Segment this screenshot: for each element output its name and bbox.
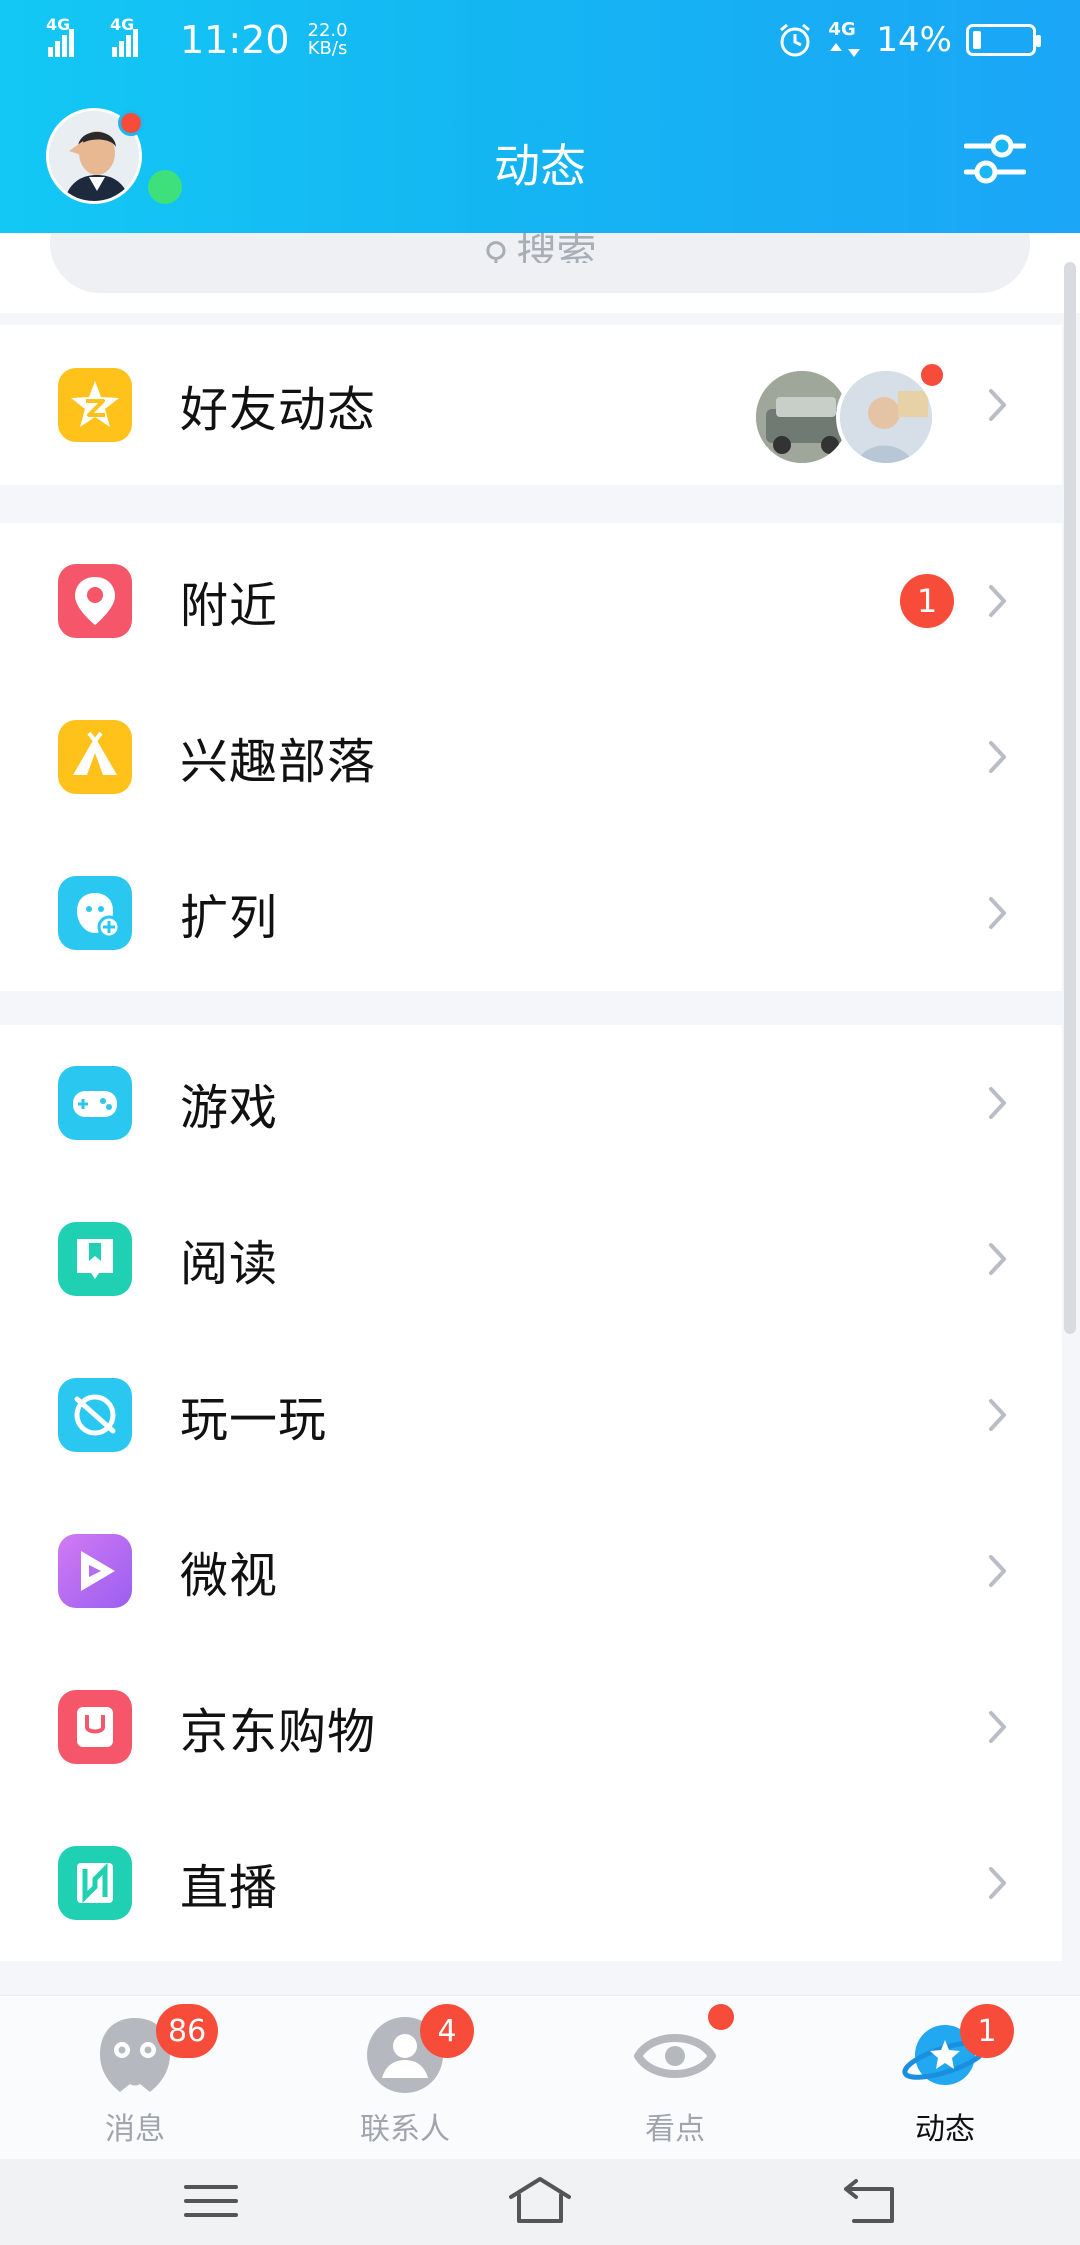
row-reading[interactable]: 阅读 xyxy=(0,1181,1062,1337)
friend-feed-thumbnails xyxy=(752,361,946,471)
chevron-right-icon xyxy=(989,741,1006,773)
contacts-badge: 4 xyxy=(420,2004,474,2058)
row-label: 阅读 xyxy=(180,1236,279,1292)
feeds-badge: 1 xyxy=(960,2004,1014,2058)
tent-icon xyxy=(58,720,132,794)
row-label: 扩列 xyxy=(180,890,279,946)
signal-icon: 4G xyxy=(110,15,164,57)
network-type: 4G xyxy=(828,19,856,40)
nearby-badge: 1 xyxy=(900,574,954,628)
row-weishi[interactable]: 微视 xyxy=(0,1493,1062,1649)
tab-label: 看点 xyxy=(645,2112,705,2147)
row-friend-feed[interactable]: 好友动态 xyxy=(0,325,1062,485)
gamepad-icon xyxy=(58,1066,132,1140)
menu-icon[interactable] xyxy=(176,2171,246,2231)
settings-sliders-icon[interactable] xyxy=(964,128,1026,188)
home-icon[interactable] xyxy=(505,2171,575,2231)
search-icon: ⚲ xyxy=(483,235,509,263)
page-title: 动态 xyxy=(494,139,586,193)
location-pin-icon xyxy=(58,564,132,638)
chevron-right-icon xyxy=(989,1399,1006,1431)
list-group-3: 游戏 阅读 玩一玩 微视 京东购物 直播 xyxy=(0,1025,1062,1961)
shopping-bag-icon xyxy=(58,1690,132,1764)
row-label: 兴趣部落 xyxy=(180,734,377,790)
live-icon xyxy=(58,1846,132,1920)
search-area: ⚲ 搜索 xyxy=(0,193,1080,313)
row-label: 好友动态 xyxy=(180,382,377,438)
chevron-right-icon xyxy=(989,1711,1006,1743)
battery-icon xyxy=(966,24,1041,56)
tab-messages[interactable]: 86 消息 xyxy=(0,1996,270,2160)
battery-percent: 14% xyxy=(876,20,952,60)
list-group-2: 附近 1 兴趣部落 扩列 xyxy=(0,523,1062,991)
status-bar: 4G 4G 11:20 22.0 KB/s 4G 14% xyxy=(0,0,1080,90)
planet-play-icon xyxy=(58,1378,132,1452)
row-label: 直播 xyxy=(180,1860,279,1916)
signal1-label: 4G xyxy=(46,15,71,34)
row-games[interactable]: 游戏 xyxy=(0,1025,1062,1181)
tab-kandian[interactable]: 看点 xyxy=(540,1996,810,2160)
tab-label: 消息 xyxy=(105,2112,165,2147)
messages-badge: 86 xyxy=(156,2004,219,2058)
row-live[interactable]: 直播 xyxy=(0,1805,1062,1961)
status-time: 11:20 xyxy=(180,18,290,62)
signal-icon: 4G xyxy=(46,15,100,57)
row-label: 京东购物 xyxy=(180,1704,377,1760)
tab-feeds[interactable]: 1 动态 xyxy=(810,1996,1080,2160)
chevron-right-icon xyxy=(989,1555,1006,1587)
row-nearby[interactable]: 附近 1 xyxy=(0,523,1062,679)
signal2-label: 4G xyxy=(110,15,135,34)
chevron-right-icon xyxy=(989,389,1006,421)
tab-contacts[interactable]: 4 联系人 xyxy=(270,1996,540,2160)
add-friend-face-icon xyxy=(58,876,132,950)
back-icon[interactable] xyxy=(836,2171,906,2231)
chevron-right-icon xyxy=(989,1867,1006,1899)
speed-unit: KB/s xyxy=(307,38,348,59)
chevron-right-icon xyxy=(989,585,1006,617)
chevron-right-icon xyxy=(989,1243,1006,1275)
friend-feed-dot xyxy=(918,361,946,389)
search-placeholder: 搜索 xyxy=(516,233,597,263)
header-bar: 4G 4G 11:20 22.0 KB/s 4G 14% 动态 xyxy=(0,0,1080,233)
status-right: 4G 14% xyxy=(776,19,1041,60)
row-play[interactable]: 玩一玩 xyxy=(0,1337,1062,1493)
row-label: 附近 xyxy=(180,578,279,634)
status-left: 4G 4G 11:20 22.0 KB/s xyxy=(46,15,348,62)
row-label: 玩一玩 xyxy=(180,1392,328,1448)
scrollbar[interactable] xyxy=(1064,262,1076,1334)
row-expand-friends[interactable]: 扩列 xyxy=(0,835,1062,991)
row-label: 微视 xyxy=(180,1548,279,1604)
network-speed: 22.0 KB/s xyxy=(308,22,348,58)
chevron-right-icon xyxy=(989,1087,1006,1119)
kandian-dot xyxy=(708,2004,734,2030)
row-label: 游戏 xyxy=(180,1080,279,1136)
row-jd-shopping[interactable]: 京东购物 xyxy=(0,1649,1062,1805)
chevron-right-icon xyxy=(989,897,1006,929)
tab-label: 联系人 xyxy=(360,2112,450,2147)
book-icon xyxy=(58,1222,132,1296)
eye-icon xyxy=(634,2034,716,2078)
screen: 4G 4G 11:20 22.0 KB/s 4G 14% 动态 ⚲ 搜索 好友动… xyxy=(0,0,1080,2245)
alarm-icon xyxy=(780,23,811,57)
bottom-tab-bar: 86 消息 4 联系人 看点 1 动态 xyxy=(0,1995,1080,2159)
tab-label: 动态 xyxy=(915,2112,975,2147)
qzone-star-icon xyxy=(58,368,132,442)
network-icon: 4G xyxy=(828,19,862,59)
system-navigation-bar xyxy=(0,2159,1080,2245)
row-interest-tribe[interactable]: 兴趣部落 xyxy=(0,679,1062,835)
play-triangle-icon xyxy=(58,1534,132,1608)
list-group-1: 好友动态 xyxy=(0,325,1062,485)
